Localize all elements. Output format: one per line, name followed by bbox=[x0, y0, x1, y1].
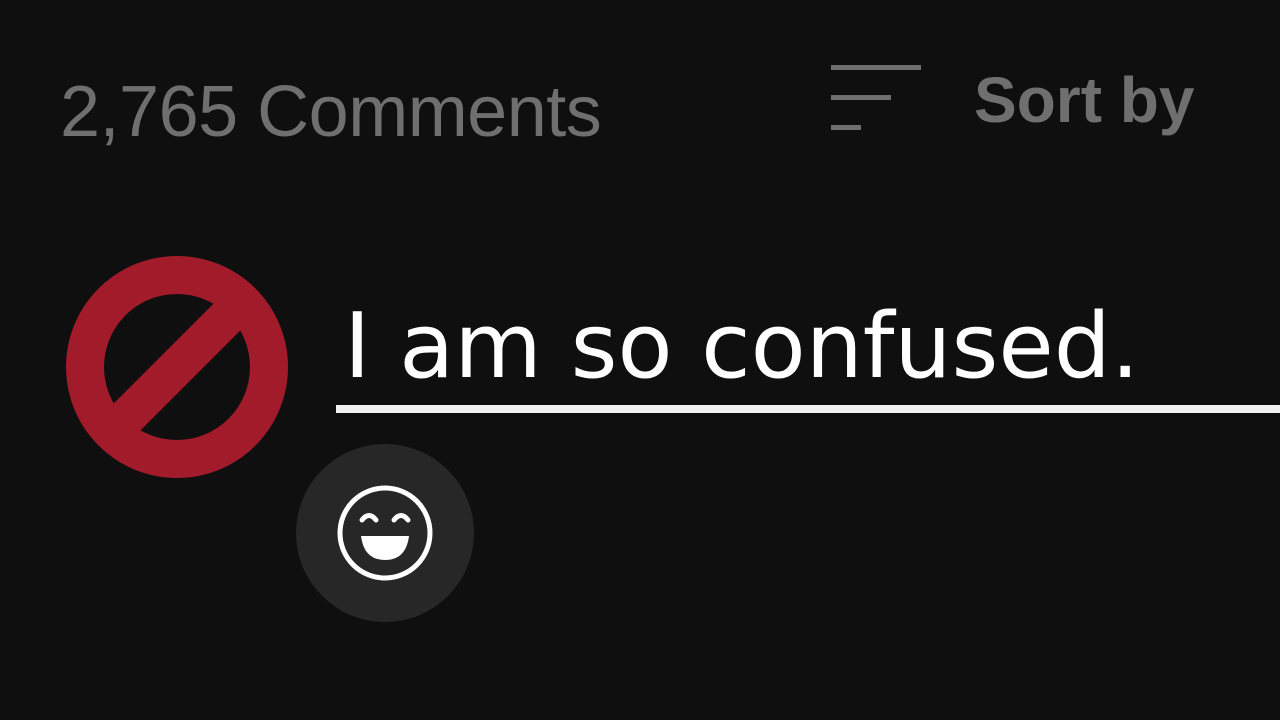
comments-count: 2,765 Comments bbox=[60, 72, 602, 152]
sort-by-button[interactable]: Sort by bbox=[826, 60, 1226, 140]
sort-lines-icon bbox=[831, 65, 921, 130]
comment-input[interactable] bbox=[336, 290, 1280, 404]
smiley-face-icon bbox=[337, 485, 433, 581]
emoji-button[interactable] bbox=[296, 444, 474, 622]
input-underline bbox=[336, 405, 1280, 413]
comments-section: 2,765 Comments Sort by bbox=[0, 0, 1280, 720]
no-entry-icon bbox=[66, 256, 288, 478]
comment-input-area bbox=[336, 290, 1280, 414]
sort-by-label: Sort by bbox=[974, 64, 1195, 136]
